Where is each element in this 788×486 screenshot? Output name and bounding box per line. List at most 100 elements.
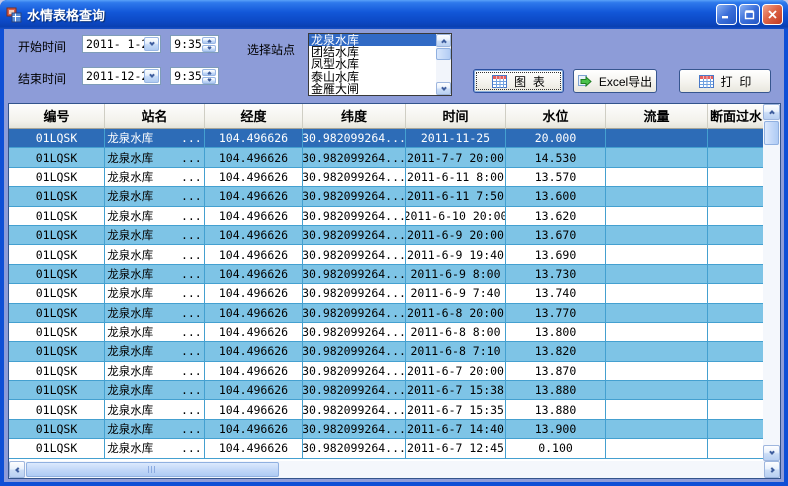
cell[interactable]: 104.496626 (205, 342, 303, 361)
cell[interactable]: 2011-6-8 8:00 (406, 323, 506, 342)
cell[interactable]: 龙泉水库 ... (105, 148, 205, 167)
cell[interactable]: 30.982099264... (303, 381, 406, 400)
column-header[interactable]: 编号 (9, 104, 105, 129)
cell[interactable]: 104.496626 (205, 148, 303, 167)
grid-horizontal-scrollbar[interactable] (9, 461, 780, 478)
table-row[interactable]: 01LQSK龙泉水库 ...104.49662630.982099264...2… (9, 168, 780, 187)
cell[interactable]: 龙泉水库 ... (105, 226, 205, 245)
table-row[interactable]: 01LQSK龙泉水库 ...104.49662630.982099264...2… (9, 226, 780, 245)
table-row[interactable]: 01LQSK龙泉水库 ...104.49662630.982099264...2… (9, 362, 780, 381)
column-header[interactable]: 纬度 (303, 104, 406, 129)
cell[interactable]: 2011-6-9 7:40 (406, 284, 506, 303)
cell[interactable]: 30.982099264... (303, 362, 406, 381)
cell[interactable]: 104.496626 (205, 400, 303, 419)
cell[interactable] (708, 226, 765, 245)
cell[interactable]: 13.730 (506, 265, 606, 284)
cell[interactable]: 30.982099264... (303, 129, 406, 148)
cell[interactable]: 01LQSK (9, 245, 105, 264)
cell[interactable]: 104.496626 (205, 381, 303, 400)
table-row[interactable]: 01LQSK龙泉水库 ...104.49662630.982099264...2… (9, 342, 780, 361)
cell[interactable]: 2011-6-7 12:45 (406, 439, 506, 458)
cell[interactable]: 01LQSK (9, 420, 105, 439)
cell[interactable]: 30.982099264... (303, 420, 406, 439)
cell[interactable]: 30.982099264... (303, 400, 406, 419)
scroll-thumb[interactable] (26, 462, 279, 477)
table-row[interactable]: 01LQSK龙泉水库 ...104.49662630.982099264...2… (9, 265, 780, 284)
table-row[interactable]: 01LQSK龙泉水库 ...104.49662630.982099264...2… (9, 381, 780, 400)
cell[interactable]: 2011-7-7 20:00 (406, 148, 506, 167)
cell[interactable]: 龙泉水库 ... (105, 187, 205, 206)
cell[interactable]: 2011-6-7 14:40 (406, 420, 506, 439)
cell[interactable] (606, 148, 708, 167)
cell[interactable]: 14.530 (506, 148, 606, 167)
cell[interactable] (606, 420, 708, 439)
cell[interactable]: 01LQSK (9, 362, 105, 381)
cell[interactable] (708, 168, 765, 187)
cell[interactable]: 30.982099264... (303, 323, 406, 342)
column-header[interactable]: 站名 (105, 104, 205, 129)
cell[interactable]: 104.496626 (205, 439, 303, 458)
cell[interactable]: 30.982099264... (303, 245, 406, 264)
table-row[interactable]: 01LQSK龙泉水库 ...104.49662630.982099264...2… (9, 284, 780, 303)
table-row[interactable]: 01LQSK龙泉水库 ...104.49662630.982099264...2… (9, 129, 780, 148)
cell[interactable]: 30.982099264... (303, 284, 406, 303)
table-row[interactable]: 01LQSK龙泉水库 ...104.49662630.982099264...2… (9, 148, 780, 167)
cell[interactable]: 13.600 (506, 187, 606, 206)
cell[interactable]: 01LQSK (9, 323, 105, 342)
cell[interactable] (708, 207, 765, 226)
cell[interactable] (606, 381, 708, 400)
end-date-picker[interactable]: 2011-12-26 (82, 67, 161, 85)
cell[interactable] (708, 284, 765, 303)
cell[interactable] (606, 439, 708, 458)
scroll-down-icon[interactable] (436, 82, 451, 95)
cell[interactable] (708, 323, 765, 342)
cell[interactable]: 01LQSK (9, 187, 105, 206)
table-row[interactable]: 01LQSK龙泉水库 ...104.49662630.982099264...2… (9, 245, 780, 264)
cell[interactable]: 龙泉水库 ... (105, 420, 205, 439)
cell[interactable]: 13.670 (506, 226, 606, 245)
cell[interactable] (606, 129, 708, 148)
cell[interactable]: 104.496626 (205, 284, 303, 303)
column-header[interactable]: 流量 (606, 104, 708, 129)
cell[interactable]: 30.982099264... (303, 226, 406, 245)
station-option[interactable]: 凤型水库 (309, 58, 436, 70)
cell[interactable]: 0.100 (506, 439, 606, 458)
cell[interactable] (606, 168, 708, 187)
cell[interactable]: 30.982099264... (303, 187, 406, 206)
table-row[interactable]: 01LQSK龙泉水库 ...104.49662630.982099264...2… (9, 420, 780, 439)
cell[interactable]: 104.496626 (205, 420, 303, 439)
cell[interactable]: 13.880 (506, 400, 606, 419)
scroll-track[interactable] (279, 461, 764, 478)
close-icon[interactable] (762, 4, 783, 25)
cell[interactable]: 2011-6-7 20:00 (406, 362, 506, 381)
scroll-up-icon[interactable] (763, 104, 780, 120)
cell[interactable] (606, 400, 708, 419)
cell[interactable]: 01LQSK (9, 148, 105, 167)
excel-export-button[interactable]: Excel导出 (573, 69, 657, 93)
cell[interactable]: 104.496626 (205, 245, 303, 264)
cell[interactable]: 20.000 (506, 129, 606, 148)
cell[interactable]: 13.620 (506, 207, 606, 226)
cell[interactable] (708, 304, 765, 323)
cell[interactable] (606, 284, 708, 303)
scroll-up-icon[interactable] (436, 34, 451, 47)
cell[interactable]: 13.570 (506, 168, 606, 187)
station-list-scrollbar[interactable] (436, 34, 451, 95)
cell[interactable]: 2011-6-7 15:38 (406, 381, 506, 400)
column-header[interactable]: 断面过水 (708, 104, 765, 129)
cell[interactable] (606, 265, 708, 284)
cell[interactable]: 13.770 (506, 304, 606, 323)
cell[interactable]: 龙泉水库 ... (105, 284, 205, 303)
station-option[interactable]: 金雁大闸 (309, 83, 436, 95)
cell[interactable]: 2011-6-8 20:00 (406, 304, 506, 323)
cell[interactable]: 104.496626 (205, 168, 303, 187)
scroll-track[interactable] (763, 146, 780, 445)
cell[interactable]: 01LQSK (9, 304, 105, 323)
cell[interactable]: 104.496626 (205, 362, 303, 381)
cell[interactable] (606, 362, 708, 381)
cell[interactable] (606, 245, 708, 264)
start-time-down-icon[interactable] (202, 45, 216, 52)
cell[interactable]: 30.982099264... (303, 207, 406, 226)
cell[interactable]: 龙泉水库 ... (105, 207, 205, 226)
cell[interactable]: 01LQSK (9, 439, 105, 458)
